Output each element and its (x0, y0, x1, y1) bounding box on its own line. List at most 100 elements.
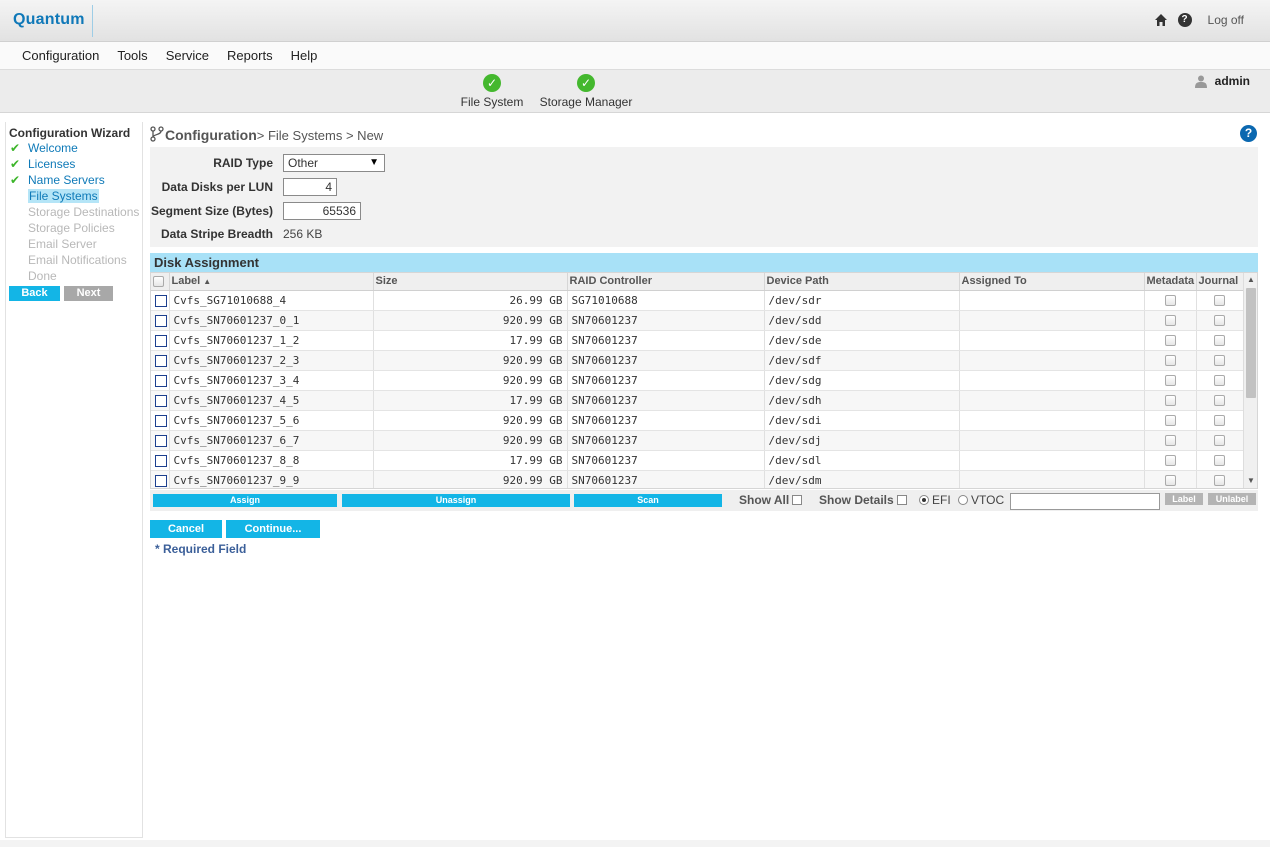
table-row[interactable]: Cvfs_SN70601237_5_6 920.99 GB SN70601237/d… (151, 410, 1244, 431)
col-raid-controller[interactable]: RAID Controller (567, 273, 765, 291)
table-row[interactable]: Cvfs_SN70601237_6_7 920.99 GB SN70601237/d… (151, 430, 1244, 451)
table-row[interactable]: Cvfs_SN70601237_3_4 920.99 GB SN70601237/d… (151, 370, 1244, 391)
assign-button[interactable]: Assign (153, 494, 337, 507)
menu-reports[interactable]: Reports (227, 48, 273, 63)
col-assigned-to[interactable]: Assigned To (959, 273, 1145, 291)
menu-tools[interactable]: Tools (117, 48, 147, 63)
metadata-cell (1144, 310, 1197, 331)
sidebar-item-name-servers[interactable]: ✔ Name Servers (6, 172, 142, 188)
scan-button[interactable]: Scan (574, 494, 722, 507)
raid-type-select[interactable]: Other ▼ (283, 154, 385, 172)
menu-configuration[interactable]: Configuration (22, 48, 99, 63)
row-select-checkbox[interactable] (155, 414, 167, 427)
segment-size-input[interactable] (283, 202, 361, 220)
back-button[interactable]: Back (9, 286, 60, 301)
top-right-controls: ? Log off (1154, 13, 1244, 27)
row-select-checkbox[interactable] (155, 454, 167, 467)
metadata-checkbox[interactable] (1164, 475, 1176, 486)
next-button[interactable]: Next (64, 286, 113, 301)
efi-option[interactable]: EFI (919, 493, 951, 507)
journal-checkbox[interactable] (1214, 395, 1225, 406)
journal-checkbox[interactable] (1214, 375, 1225, 386)
cell-label: Cvfs_SN70601237_2_3 (169, 350, 374, 371)
show-all-option[interactable]: Show All (739, 493, 803, 507)
disk-assignment-title: Disk Assignment (150, 253, 1258, 272)
metadata-checkbox[interactable] (1164, 395, 1176, 406)
scroll-thumb[interactable] (1246, 288, 1256, 398)
logoff-link[interactable]: Log off (1208, 13, 1244, 27)
metadata-cell (1144, 430, 1197, 451)
table-row[interactable]: Cvfs_SN70601237_4_5 17.99 GB SN70601237/de… (151, 390, 1244, 411)
row-select-checkbox[interactable] (155, 434, 167, 447)
dropdown-arrow-icon: ▼ (369, 157, 379, 168)
menu-service[interactable]: Service (166, 48, 209, 63)
metadata-checkbox[interactable] (1164, 295, 1176, 306)
user-menu[interactable]: admin (1194, 74, 1250, 88)
table-scrollbar[interactable]: ▲ ▼ (1243, 273, 1257, 488)
page-help-icon[interactable]: ? (1240, 125, 1257, 142)
journal-checkbox[interactable] (1214, 435, 1225, 446)
row-select-checkbox[interactable] (155, 334, 167, 347)
journal-checkbox[interactable] (1214, 455, 1225, 466)
metadata-checkbox[interactable] (1164, 455, 1176, 466)
journal-checkbox[interactable] (1214, 335, 1225, 346)
journal-checkbox[interactable] (1214, 415, 1225, 426)
row-select-checkbox[interactable] (155, 474, 167, 487)
scroll-up-icon[interactable]: ▲ (1244, 273, 1257, 287)
cell-assigned-to (959, 450, 1145, 471)
metadata-checkbox[interactable] (1164, 415, 1176, 426)
continue-button[interactable]: Continue... (226, 520, 320, 538)
vtoc-radio[interactable] (958, 495, 968, 505)
unassign-button[interactable]: Unassign (342, 494, 570, 507)
show-details-option[interactable]: Show Details (819, 493, 907, 507)
table-row[interactable]: Cvfs_SN70601237_9_9 920.99 GB SN70601237/d… (151, 470, 1244, 488)
show-details-checkbox[interactable] (896, 495, 907, 505)
row-select-checkbox[interactable] (155, 374, 167, 387)
cancel-button[interactable]: Cancel (150, 520, 222, 538)
menu-help[interactable]: Help (291, 48, 318, 63)
col-label[interactable]: Label ▲ (169, 273, 374, 291)
unlabel-button[interactable]: Unlabel (1208, 493, 1256, 505)
col-metadata[interactable]: Metadata (1144, 273, 1197, 291)
help-icon[interactable]: ? (1177, 13, 1192, 27)
step-file-system[interactable]: ✓ File System (460, 74, 524, 109)
scroll-down-icon[interactable]: ▼ (1244, 474, 1257, 488)
metadata-checkbox[interactable] (1164, 375, 1176, 386)
disk-label-input[interactable] (1010, 493, 1160, 510)
sidebar-item-licenses[interactable]: ✔ Licenses (6, 156, 142, 172)
show-all-checkbox[interactable] (792, 495, 803, 505)
col-size[interactable]: Size (373, 273, 568, 291)
metadata-checkbox[interactable] (1164, 335, 1176, 346)
cell-label: Cvfs_SG71010688_4 (169, 290, 374, 311)
metadata-checkbox[interactable] (1164, 355, 1176, 366)
vtoc-option[interactable]: VTOC (958, 493, 1004, 507)
sidebar-item-file-systems[interactable]: File Systems (6, 188, 142, 204)
table-row[interactable]: Cvfs_SN70601237_8_8 17.99 GB SN70601237/de… (151, 450, 1244, 471)
journal-checkbox[interactable] (1214, 475, 1225, 486)
row-select-checkbox[interactable] (155, 354, 167, 367)
disk-table-body: Cvfs_SG71010688_4 26.99 GB SG71010688/dev/… (151, 290, 1244, 488)
data-disks-input[interactable] (283, 178, 337, 196)
row-select-checkbox[interactable] (155, 394, 167, 407)
row-select-checkbox[interactable] (155, 294, 167, 307)
home-icon[interactable] (1154, 13, 1168, 27)
journal-checkbox[interactable] (1214, 315, 1225, 326)
metadata-cell (1144, 470, 1197, 488)
journal-checkbox[interactable] (1214, 355, 1225, 366)
efi-radio[interactable] (919, 495, 929, 505)
sidebar-item-welcome[interactable]: ✔ Welcome (6, 140, 142, 156)
metadata-checkbox[interactable] (1164, 435, 1176, 446)
table-row[interactable]: Cvfs_SN70601237_0_1 920.99 GB SN70601237/d… (151, 310, 1244, 331)
select-all-checkbox[interactable] (153, 275, 164, 287)
step-storage-manager[interactable]: ✓ Storage Manager (538, 74, 634, 109)
col-device-path[interactable]: Device Path (764, 273, 960, 291)
label-button[interactable]: Label (1165, 493, 1203, 505)
table-row[interactable]: Cvfs_SN70601237_2_3 920.99 GB SN70601237/d… (151, 350, 1244, 371)
row-select-checkbox[interactable] (155, 314, 167, 327)
col-journal[interactable]: Journal (1196, 273, 1244, 291)
table-row[interactable]: Cvfs_SG71010688_4 26.99 GB SG71010688/dev/… (151, 290, 1244, 311)
journal-checkbox[interactable] (1214, 295, 1225, 306)
metadata-checkbox[interactable] (1164, 315, 1176, 326)
table-row[interactable]: Cvfs_SN70601237_1_2 17.99 GB SN70601237/de… (151, 330, 1244, 351)
show-all-label: Show All (739, 493, 790, 507)
